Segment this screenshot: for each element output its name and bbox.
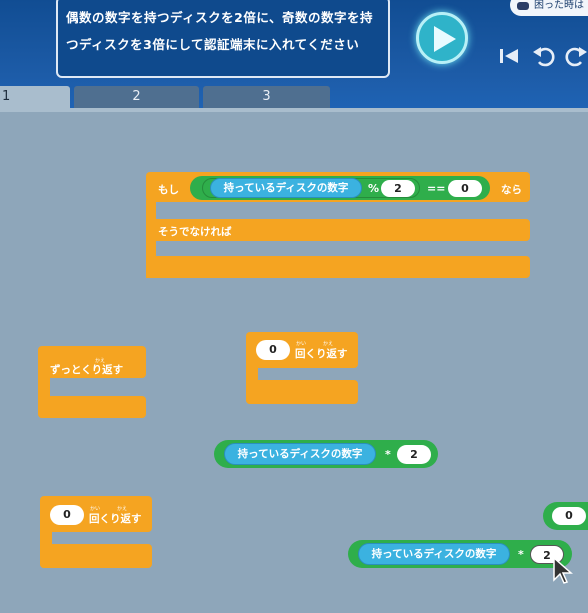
redo-icon[interactable] xyxy=(565,44,588,68)
instruction-panel: 偶数の数字を持つディスクを2倍に、奇数の数字を持 つディスクを3倍にして認証端末… xyxy=(56,0,390,78)
then-label: なら xyxy=(501,184,522,196)
modulo-value-input[interactable]: 2 xyxy=(381,180,415,197)
disk-number-variable-b[interactable]: 持っているディスクの数字 xyxy=(358,543,510,565)
play-icon xyxy=(434,26,456,52)
help-button[interactable]: 困った時は xyxy=(510,0,588,16)
number-block[interactable]: 0 xyxy=(543,502,588,530)
step-back-icon[interactable] xyxy=(497,44,521,68)
repeat-count-input-b[interactable]: 0 xyxy=(50,505,84,525)
disk-number-variable-a[interactable]: 持っているディスクの数字 xyxy=(224,443,376,465)
mouse-cursor-icon xyxy=(553,556,573,584)
instruction-line-2: つディスクを3倍にして認証端末に入れてください xyxy=(66,37,360,52)
tab-2[interactable]: 2 xyxy=(74,86,199,108)
equals-value-input[interactable]: 0 xyxy=(448,180,482,197)
modulo-symbol: % xyxy=(368,182,380,195)
help-label: 困った時は xyxy=(534,0,584,11)
disk-number-variable[interactable]: 持っているディスクの数字 xyxy=(210,178,362,198)
if-label: もし xyxy=(158,184,179,196)
forever-label: ずっとくり返す xyxy=(50,364,124,376)
multiply-symbol-a: * xyxy=(385,448,391,461)
multiply-symbol-b: * xyxy=(518,548,524,561)
repeat-label-b: 回くり返す xyxy=(89,513,142,525)
tab-bar: 1 2 3 xyxy=(0,86,588,108)
number-block-input[interactable]: 0 xyxy=(552,507,586,525)
chat-icon xyxy=(517,2,529,10)
tab-3[interactable]: 3 xyxy=(203,86,330,108)
tab-1[interactable]: 1 xyxy=(0,86,70,108)
tab-underline xyxy=(0,108,588,112)
instruction-line-1: 偶数の数字を持つディスクを2倍に、奇数の数字を持 xyxy=(66,10,373,25)
else-label: そうでなければ xyxy=(158,226,232,238)
repeat-count-input-a[interactable]: 0 xyxy=(256,340,290,360)
equals-symbol: == xyxy=(427,182,446,195)
multiply-value-input-a[interactable]: 2 xyxy=(397,445,431,464)
run-button[interactable] xyxy=(416,12,468,64)
undo-icon[interactable] xyxy=(531,44,555,68)
repeat-label-a: 回くり返す xyxy=(295,348,348,360)
